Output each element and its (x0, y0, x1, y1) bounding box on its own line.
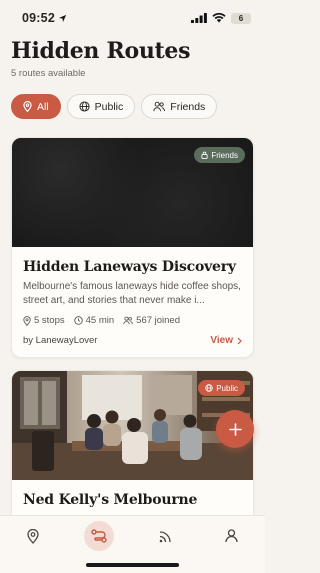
map-pin-icon (27, 528, 39, 544)
status-bar: 09:52 6 (0, 0, 265, 36)
routes-count: 5 routes available (11, 68, 86, 79)
route-cover-image: Friends (12, 138, 253, 247)
filter-all-chip[interactable]: All (11, 94, 61, 119)
visibility-badge: Friends (194, 147, 245, 163)
route-duration: 45 min (73, 315, 115, 326)
route-meta: 5 stops 45 min 567 joined (12, 315, 253, 326)
users-icon (123, 316, 133, 325)
route-duration-label: 45 min (85, 315, 115, 326)
location-arrow-icon (58, 14, 67, 22)
globe-icon (79, 101, 90, 112)
view-route-link[interactable]: View (210, 335, 242, 346)
route-joined: 567 joined (123, 315, 180, 326)
filter-friends-chip[interactable]: Friends (141, 94, 218, 119)
battery-icon: 6 (231, 12, 251, 24)
visibility-badge: Public (198, 380, 245, 396)
route-stops-label: 5 stops (34, 315, 65, 326)
route-stops: 5 stops (23, 315, 65, 326)
clock-icon (73, 316, 83, 325)
wifi-icon (212, 13, 226, 23)
route-title: Hidden Laneways Discovery (23, 259, 236, 275)
filter-public-label: Public (94, 100, 124, 113)
clock: 09:52 (22, 11, 67, 25)
map-pin-icon (23, 315, 31, 326)
location-pin-icon (23, 101, 32, 112)
route-title: Ned Kelly's Melbourne (23, 492, 198, 508)
visibility-badge-label: Public (216, 383, 238, 393)
filter-public-chip[interactable]: Public (66, 94, 136, 119)
route-icon (91, 529, 108, 543)
users-icon (153, 101, 166, 112)
profile-icon (225, 529, 239, 543)
add-route-button[interactable] (216, 410, 254, 448)
filter-friends-label: Friends (170, 100, 206, 113)
view-route-label: View (210, 335, 233, 346)
route-author: by LanewayLover (23, 335, 98, 346)
filter-all-label: All (37, 100, 49, 113)
tab-feed[interactable] (151, 521, 181, 551)
route-description: Melbourne's famous laneways hide coffee … (23, 281, 241, 306)
plus-icon (228, 422, 242, 436)
signal-icon (191, 13, 207, 23)
route-card[interactable]: Friends Hidden Laneways Discovery Melbou… (11, 137, 254, 358)
visibility-badge-label: Friends (211, 150, 238, 160)
home-indicator (86, 563, 179, 567)
battery-level: 6 (238, 13, 244, 23)
tab-routes[interactable] (84, 521, 115, 551)
route-card[interactable]: Public Ned Kelly's Melbourne (11, 370, 254, 530)
clock-time: 09:52 (22, 11, 55, 25)
route-footer: by LanewayLover View (12, 335, 253, 346)
status-icons: 6 (191, 12, 251, 24)
chevron-right-icon (237, 337, 242, 344)
tab-map[interactable] (18, 521, 48, 551)
globe-icon (205, 384, 213, 392)
tab-profile[interactable] (217, 521, 247, 551)
page-title: Hidden Routes (11, 38, 191, 64)
feed-icon (159, 530, 171, 542)
lock-icon (201, 151, 208, 159)
route-joined-label: 567 joined (136, 315, 181, 326)
filter-chips: All Public Friends (11, 94, 218, 119)
